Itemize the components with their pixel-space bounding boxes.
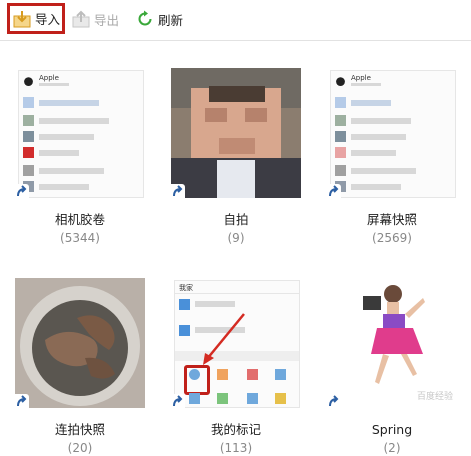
album-thumbnail[interactable]: 百度经验 bbox=[327, 278, 457, 408]
album-name: 自拍 bbox=[223, 212, 249, 227]
album-count: (9) bbox=[227, 231, 245, 245]
album-name: 连拍快照 bbox=[54, 422, 105, 437]
screenshot-preview: Apple bbox=[18, 70, 144, 198]
album-thumbnail[interactable]: Apple bbox=[15, 68, 145, 198]
album-count: (20) bbox=[67, 441, 93, 455]
apple-logo-icon bbox=[24, 77, 33, 86]
album-spring[interactable]: 百度经验 Spring (2) bbox=[322, 278, 462, 455]
watermark-text: 百度经验 bbox=[416, 392, 453, 402]
bowl-photo bbox=[15, 278, 145, 408]
shortcut-arrow-icon bbox=[171, 184, 185, 198]
red-arrow-annotation bbox=[203, 313, 245, 365]
album-name: Spring bbox=[371, 422, 413, 437]
pixelated-face-photo bbox=[171, 68, 301, 198]
shortcut-arrow-icon bbox=[15, 184, 29, 198]
album-name: 我的标记 bbox=[210, 422, 261, 437]
screenshot-preview: Apple bbox=[330, 70, 456, 198]
import-icon bbox=[13, 10, 31, 28]
import-label: 导入 bbox=[35, 12, 61, 27]
export-icon bbox=[72, 10, 90, 28]
refresh-button[interactable]: 刷新 bbox=[136, 6, 183, 32]
toolbar-divider bbox=[0, 40, 471, 41]
apple-logo-icon bbox=[336, 77, 345, 86]
refresh-label: 刷新 bbox=[158, 12, 184, 28]
fashion-model-photo: 百度经验 bbox=[327, 278, 457, 408]
album-count: (5344) bbox=[60, 231, 100, 245]
import-button[interactable]: 导入 bbox=[7, 3, 65, 34]
album-camera-roll[interactable]: Apple 相机胶卷 (5344) bbox=[10, 68, 150, 245]
album-count: (2) bbox=[383, 441, 401, 455]
refresh-icon bbox=[136, 10, 154, 28]
album-count: (113) bbox=[219, 441, 253, 455]
toolbar: 导入 导出 刷新 bbox=[0, 0, 471, 40]
screenshot-preview: 我家 bbox=[174, 280, 300, 408]
album-selfie[interactable]: 自拍 (9) bbox=[166, 68, 306, 245]
shortcut-arrow-icon bbox=[327, 184, 341, 198]
album-thumbnail[interactable] bbox=[15, 278, 145, 408]
album-name: 屏幕快照 bbox=[366, 212, 417, 227]
shortcut-arrow-icon bbox=[327, 394, 341, 408]
album-thumbnail[interactable]: Apple bbox=[327, 68, 457, 198]
album-screenshots[interactable]: Apple 屏幕快照 (2569) bbox=[322, 68, 462, 245]
export-button[interactable]: 导出 bbox=[72, 6, 119, 32]
shortcut-arrow-icon bbox=[15, 394, 29, 408]
album-thumbnail[interactable] bbox=[171, 68, 301, 198]
album-count: (2569) bbox=[372, 231, 412, 245]
export-label: 导出 bbox=[94, 12, 120, 28]
album-thumbnail[interactable]: 我家 bbox=[171, 278, 301, 408]
album-my-marks[interactable]: 我家 我的标记 (113) bbox=[166, 278, 306, 455]
album-name: 相机胶卷 bbox=[54, 212, 105, 227]
album-burst[interactable]: 连拍快照 (20) bbox=[10, 278, 150, 455]
shortcut-arrow-icon bbox=[171, 394, 185, 408]
